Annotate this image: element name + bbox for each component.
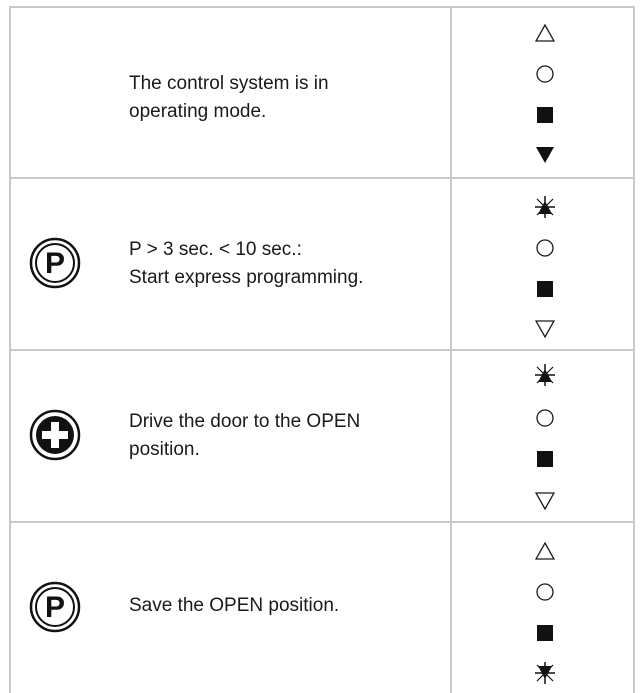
step-text-line: Drive the door to the OPEN [129,411,361,432]
step-text-line: Save the OPEN position. [129,595,340,616]
step-description: Drive the door to the OPEN position. [129,408,429,464]
step-text-line: Start express programming. [129,267,364,288]
p-button-icon: P [29,237,81,289]
triangle-down-outline-icon [533,320,557,338]
square-filled-icon [533,106,557,124]
table-row: The control system is in operating mode. [9,6,635,177]
triangle-up-outline-icon [533,542,557,560]
square-filled-icon [533,450,557,468]
plus-button-icon [29,409,81,461]
table-row: P P > 3 sec. < 10 sec.: Start express pr… [9,178,635,349]
table-row: P Save the OPEN position. [9,522,635,693]
p-button-icon: P [29,581,81,633]
triangle-up-flashing-icon [533,196,557,218]
circle-outline-icon [533,582,557,602]
step-description: P > 3 sec. < 10 sec.: Start express prog… [129,236,429,292]
step-text-line: P > 3 sec. < 10 sec.: [129,239,302,260]
circle-outline-icon [533,64,557,84]
square-filled-icon [533,280,557,298]
svg-text:P: P [45,247,65,280]
square-filled-icon [533,624,557,642]
step-text-line: operating mode. [129,101,267,122]
step-description: The control system is in operating mode. [129,70,429,126]
svg-text:P: P [45,591,65,624]
triangle-down-flashing-icon [533,662,557,684]
step-text-line: The control system is in [129,73,329,94]
triangle-up-flashing-icon [533,364,557,386]
triangle-down-filled-icon [533,146,557,164]
step-text-line: position. [129,439,200,460]
instruction-table: The control system is in operating mode.… [9,6,635,693]
triangle-up-outline-icon [533,24,557,42]
table-row: Drive the door to the OPEN position. [9,350,635,521]
triangle-down-outline-icon [533,492,557,510]
circle-outline-icon [533,408,557,428]
step-description: Save the OPEN position. [129,592,429,620]
circle-outline-icon [533,238,557,258]
